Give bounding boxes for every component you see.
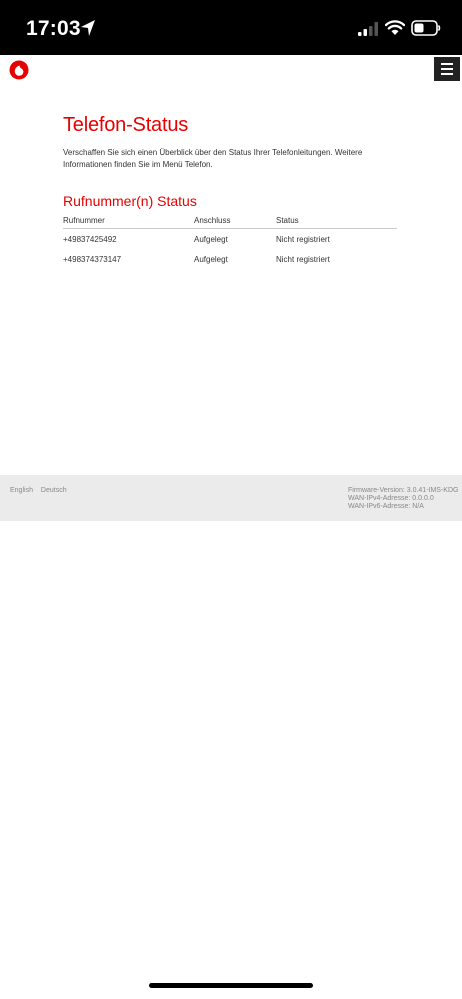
language-link-deutsch[interactable]: Deutsch <box>41 487 67 494</box>
wan-ipv4-address: WAN-IPv4-Adresse: 0.0.0.0 <box>348 495 434 502</box>
page-title: Telefon-Status <box>63 114 189 136</box>
cellular-signal-icon <box>358 22 378 36</box>
language-switcher: English Deutsch <box>10 487 73 494</box>
phone-number-cell: +49837425492 <box>63 235 117 244</box>
line-state-cell: Aufgelegt <box>194 235 228 244</box>
status-time: 17:03 <box>26 17 81 40</box>
firmware-version: Firmware-Version: 3.0.41-IMS-KDG <box>348 487 459 494</box>
app-header <box>0 55 462 83</box>
hamburger-line-icon <box>441 63 453 65</box>
column-header-status: Status <box>276 214 397 229</box>
device-info: Firmware-Version: 3.0.41-IMS-KDG WAN-IPv… <box>348 487 458 511</box>
phone-number-cell: +498374373147 <box>63 255 122 264</box>
column-header-line: Anschluss <box>194 214 276 229</box>
line-state-cell: Aufgelegt <box>194 255 228 264</box>
vodafone-logo[interactable] <box>9 60 29 80</box>
table-row: +49837425492 Aufgelegt Nicht registriert <box>63 229 397 250</box>
column-header-number: Rufnummer <box>63 214 194 229</box>
battery-icon <box>411 20 441 36</box>
section-title: Rufnummer(n) Status <box>63 193 197 209</box>
table-row: +498374373147 Aufgelegt Nicht registrier… <box>63 249 397 269</box>
main-content: Telefon-Status Verschaffen Sie sich eine… <box>63 114 397 269</box>
home-indicator[interactable] <box>149 983 313 988</box>
hamburger-line-icon <box>441 73 453 75</box>
wifi-icon <box>385 20 405 35</box>
hamburger-line-icon <box>441 68 453 70</box>
table-header-row: Rufnummer Anschluss Status <box>63 214 397 229</box>
status-bar: 17:03 <box>0 0 462 55</box>
language-link-english[interactable]: English <box>10 487 33 494</box>
footer: English Deutsch Firmware-Version: 3.0.41… <box>0 475 462 521</box>
registration-status-cell: Nicht registriert <box>276 235 330 244</box>
wan-ipv6-address: WAN-IPv6-Adresse: N/A <box>348 503 424 510</box>
registration-status-cell: Nicht registriert <box>276 255 330 264</box>
intro-text: Verschaffen Sie sich einen Überblick übe… <box>63 148 363 169</box>
location-arrow-icon <box>81 20 95 36</box>
menu-button[interactable] <box>434 57 460 81</box>
phone-status-table: Rufnummer Anschluss Status +49837425492 … <box>63 214 397 269</box>
